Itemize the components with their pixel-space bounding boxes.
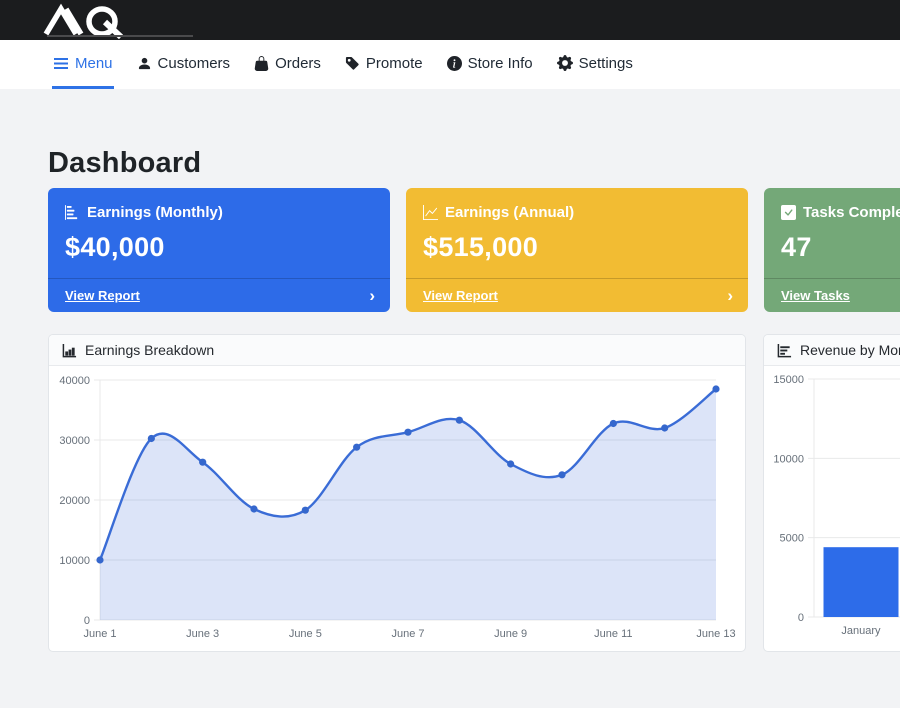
check-square-icon (781, 205, 796, 220)
stat-card-value: $515,000 (423, 232, 731, 263)
chevron-right-icon[interactable]: › (369, 287, 375, 304)
stat-card-earnings-monthly: Earnings (Monthly) $40,000 View Report › (48, 188, 390, 312)
brand-logo (40, 3, 140, 39)
dashboard-content: Dashboard Earnings (Monthly) $40,000 Vie… (0, 147, 900, 652)
svg-text:0: 0 (84, 615, 90, 627)
view-report-link[interactable]: View Report (65, 288, 140, 303)
svg-text:20000: 20000 (59, 495, 90, 507)
bar-chart-icon (62, 343, 77, 358)
stat-card-title: Earnings (Annual) (445, 204, 574, 221)
tag-icon (345, 56, 360, 71)
stat-card-value: $40,000 (65, 232, 373, 263)
nav-item-orders[interactable]: Orders (253, 40, 322, 89)
svg-text:5000: 5000 (780, 533, 804, 545)
nav-item-customers[interactable]: Customers (136, 40, 232, 89)
nav-item-menu[interactable]: Menu (52, 40, 114, 89)
view-report-link[interactable]: View Report (423, 288, 498, 303)
nav-label: Customers (158, 55, 231, 72)
graph-up-icon (423, 205, 438, 220)
nav-label: Settings (579, 55, 633, 72)
hamburger-icon (53, 55, 69, 71)
nav-label: Promote (366, 55, 423, 72)
person-icon (137, 56, 152, 71)
svg-text:0: 0 (798, 612, 804, 624)
stat-card-value: 47 (781, 232, 900, 263)
revenue-by-month-card: Revenue by Month 0 5000 10000 15000 January (763, 334, 900, 652)
svg-text:40000: 40000 (59, 375, 90, 387)
svg-text:January: January (841, 625, 881, 637)
stat-cards-row: Earnings (Monthly) $40,000 View Report ›… (48, 188, 900, 312)
svg-text:10000: 10000 (59, 555, 90, 567)
svg-text:10000: 10000 (773, 453, 804, 465)
svg-text:June 13: June 13 (696, 628, 735, 640)
nav-label: Orders (275, 55, 321, 72)
nav-item-promote[interactable]: Promote (344, 40, 424, 89)
svg-text:June 5: June 5 (289, 628, 322, 640)
chart-title: Earnings Breakdown (85, 342, 214, 358)
view-tasks-link[interactable]: View Tasks (781, 288, 850, 303)
earnings-breakdown-card: Earnings Breakdown 0 10000 20000 30000 40000… (48, 334, 746, 652)
bar-chart-steps-icon (777, 343, 792, 358)
svg-text:June 7: June 7 (391, 628, 424, 640)
earnings-breakdown-chart: 0 10000 20000 30000 40000 June 1 June 3 June 5 J… (49, 366, 745, 652)
svg-text:30000: 30000 (59, 435, 90, 447)
stat-card-earnings-annual: Earnings (Annual) $515,000 View Report › (406, 188, 748, 312)
chevron-right-icon[interactable]: › (727, 287, 733, 304)
svg-text:June 3: June 3 (186, 628, 219, 640)
logo-underline (47, 35, 193, 37)
chart-title: Revenue by Month (800, 342, 900, 358)
info-circle-icon (447, 56, 462, 71)
shopping-bag-icon (254, 56, 269, 71)
stat-card-tasks-completed: Tasks Completed 47 View Tasks › (764, 188, 900, 312)
svg-text:June 11: June 11 (594, 628, 632, 640)
page-title: Dashboard (48, 147, 900, 180)
bar-chart-steps-icon (65, 205, 80, 220)
stat-card-title: Tasks Completed (803, 204, 900, 221)
svg-text:June 9: June 9 (494, 628, 527, 640)
svg-text:June 1: June 1 (83, 628, 116, 640)
nav-label: Store Info (468, 55, 533, 72)
top-app-bar (0, 0, 900, 40)
revenue-by-month-chart: 0 5000 10000 15000 January (764, 366, 900, 652)
charts-row: Earnings Breakdown 0 10000 20000 30000 40000… (48, 334, 900, 652)
nav-item-store-info[interactable]: Store Info (446, 40, 534, 89)
stat-card-title: Earnings (Monthly) (87, 204, 223, 221)
main-navigation: Menu Customers Orders Promote Store Info… (0, 40, 900, 89)
gear-icon (557, 55, 573, 71)
svg-text:15000: 15000 (773, 374, 804, 386)
nav-item-settings[interactable]: Settings (556, 40, 634, 89)
nav-label: Menu (75, 55, 113, 72)
